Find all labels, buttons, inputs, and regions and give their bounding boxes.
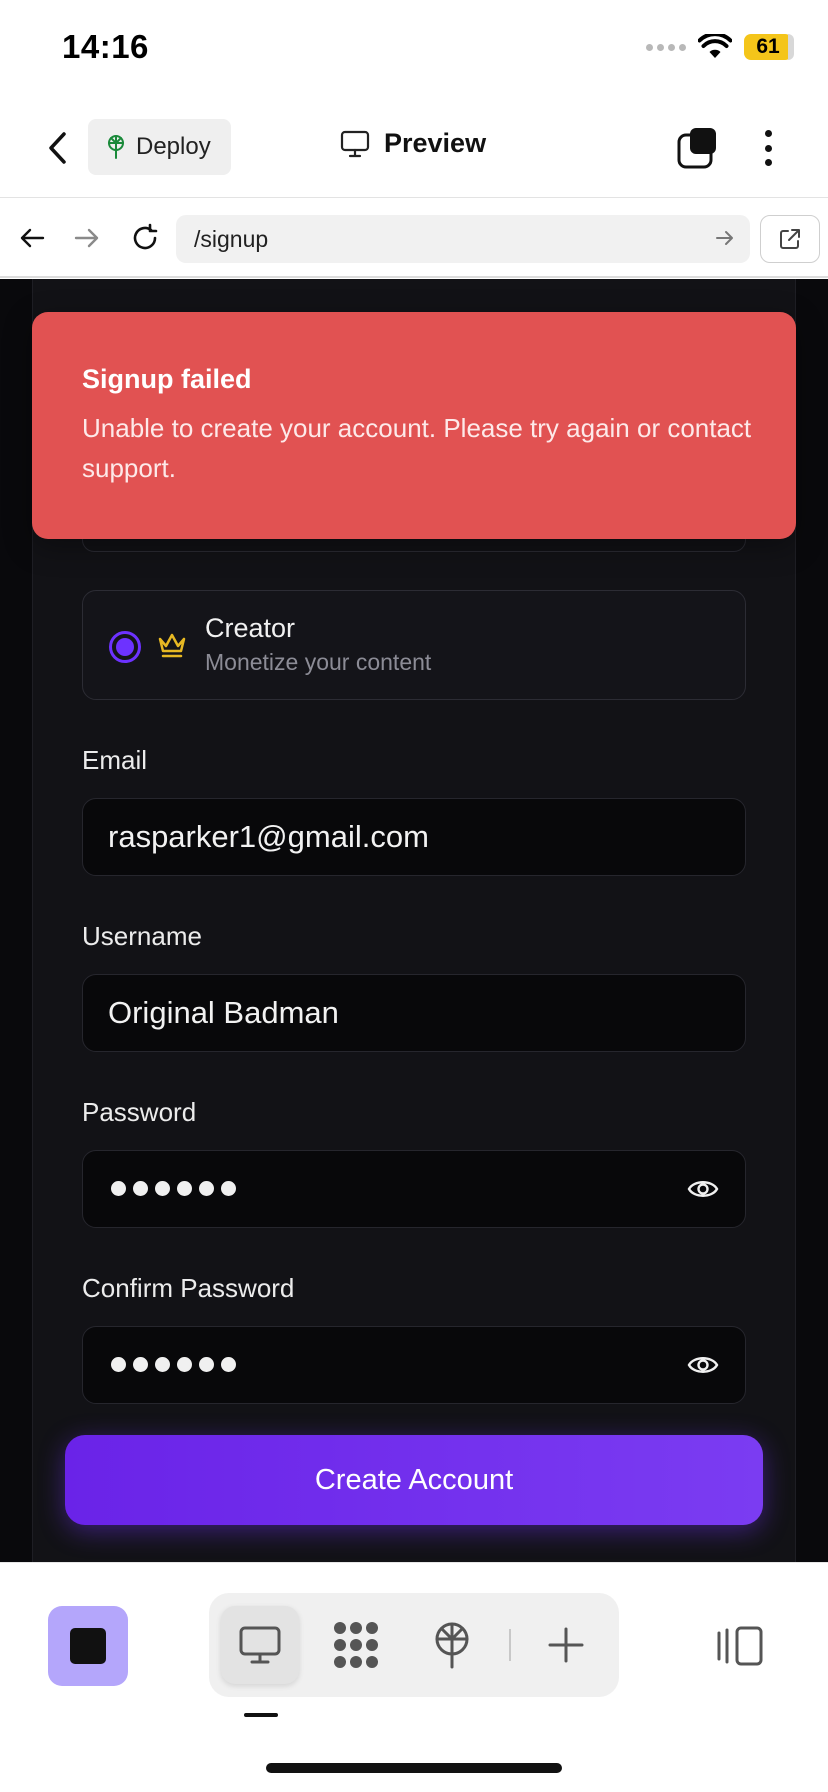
crown-icon (158, 633, 186, 658)
deploy-label: Deploy (136, 133, 211, 160)
add-tab-button[interactable] (527, 1606, 605, 1684)
url-field[interactable]: /signup (176, 215, 750, 263)
deploy-icon (108, 135, 124, 159)
panel-toggle-button[interactable] (712, 1621, 768, 1671)
url-text: /signup (194, 225, 269, 252)
stop-button[interactable] (48, 1606, 128, 1686)
confirm-password-field[interactable] (82, 1326, 746, 1404)
error-toast[interactable]: Signup failed Unable to create your acco… (32, 312, 796, 539)
view-switcher (209, 1593, 619, 1697)
password-field[interactable] (82, 1150, 746, 1228)
create-account-label: Create Account (314, 1463, 514, 1496)
home-indicator (266, 1763, 562, 1773)
monitor-icon (239, 1626, 281, 1664)
arrow-right-icon (74, 228, 99, 248)
deploy-button[interactable]: Deploy (88, 119, 231, 175)
deploy-icon (435, 1622, 469, 1669)
browser-bar: /signup (0, 198, 828, 278)
external-link-icon (780, 229, 800, 249)
preview-title: Preview (340, 128, 486, 159)
browser-back-button[interactable] (12, 218, 52, 258)
option-title: Creator (205, 613, 296, 643)
email-label: Email (82, 745, 148, 775)
browser-forward-button[interactable] (67, 218, 107, 258)
reload-icon (133, 223, 158, 250)
eye-icon[interactable] (687, 1177, 719, 1201)
divider (509, 1629, 511, 1661)
reload-button[interactable] (125, 218, 165, 258)
monitor-icon (340, 130, 370, 157)
tab-deploy[interactable] (413, 1606, 491, 1684)
option-description: Monetize your content (205, 649, 432, 675)
tab-preview[interactable] (221, 1606, 299, 1684)
active-tab-indicator (244, 1713, 278, 1717)
preview-label: Preview (384, 128, 487, 158)
bottom-toolbar (0, 1562, 828, 1792)
username-value: Original Badman (108, 995, 339, 1030)
password-label: Password (82, 1097, 197, 1127)
toast-title: Signup failed (82, 364, 252, 394)
status-time: 14:16 (62, 28, 149, 65)
create-account-button[interactable]: Create Account (65, 1435, 763, 1525)
sidebar-panel-icon (717, 1626, 763, 1666)
username-field[interactable]: Original Badman (82, 974, 746, 1052)
go-arrow-icon[interactable] (714, 227, 736, 249)
radio-selected[interactable] (109, 631, 141, 663)
apps-icon (334, 1622, 378, 1668)
battery-level: 61 (756, 35, 780, 58)
confirm-password-label: Confirm Password (82, 1273, 295, 1303)
account-type-option-creator[interactable]: Creator Monetize your content (82, 590, 746, 700)
more-options-icon[interactable] (756, 126, 780, 170)
tabs-icon[interactable] (676, 126, 720, 170)
username-label: Username (82, 921, 202, 951)
chevron-left-icon (49, 132, 66, 164)
email-field[interactable]: rasparker1@gmail.com (82, 798, 746, 876)
toast-message: Unable to create your account. Please tr… (82, 413, 752, 483)
battery-indicator: 61 (744, 34, 794, 60)
password-mask (111, 1181, 236, 1196)
plus-icon (548, 1627, 584, 1663)
arrow-left-icon (20, 228, 45, 248)
confirm-password-mask (111, 1357, 236, 1372)
open-external-button[interactable] (760, 215, 820, 263)
app-header: Deploy Preview (0, 100, 828, 198)
tab-apps[interactable] (317, 1606, 395, 1684)
status-bar: 14:16 61 (0, 0, 828, 100)
eye-icon[interactable] (687, 1353, 719, 1377)
status-indicators: 61 (646, 34, 794, 60)
wifi-icon (698, 34, 732, 58)
email-value: rasparker1@gmail.com (108, 819, 429, 854)
cellular-signal-icon (646, 43, 686, 51)
back-button[interactable] (40, 128, 74, 168)
stop-icon (70, 1628, 106, 1664)
